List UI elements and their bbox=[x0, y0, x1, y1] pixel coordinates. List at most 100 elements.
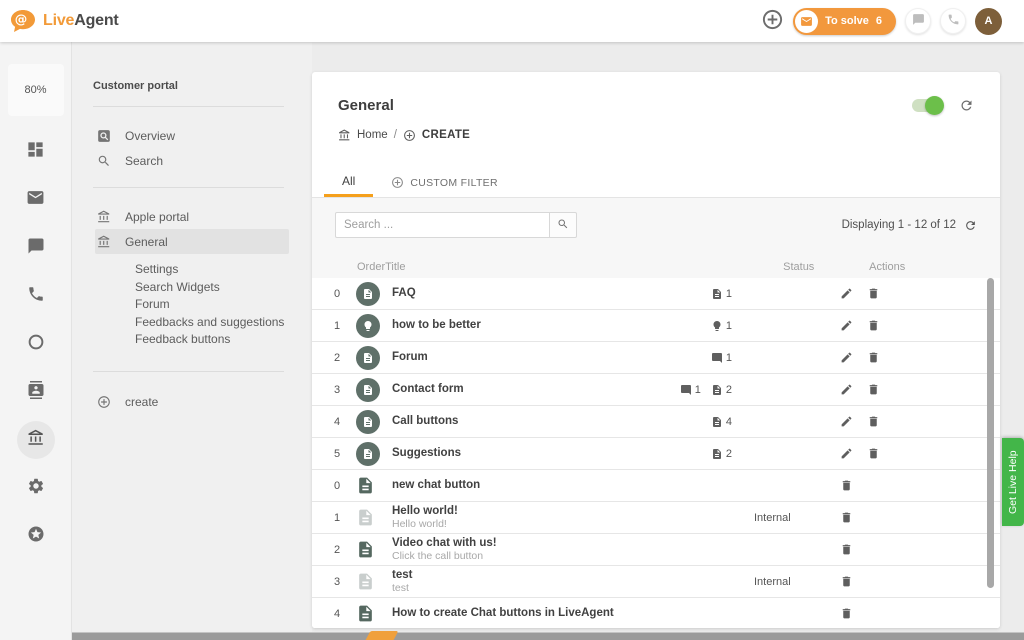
delete-button[interactable] bbox=[840, 607, 853, 620]
rail-item-calls[interactable] bbox=[17, 284, 55, 308]
rail-item-dashboard[interactable] bbox=[17, 140, 55, 164]
badge-count: 1 bbox=[726, 288, 732, 300]
edit-button[interactable] bbox=[840, 351, 853, 364]
chat-bubble-icon bbox=[912, 13, 925, 29]
row-title[interactable]: FAQ bbox=[392, 287, 647, 300]
row-order: 0 bbox=[334, 288, 356, 300]
rail-item-tickets[interactable] bbox=[17, 188, 55, 212]
row-title[interactable]: how to be better bbox=[392, 319, 647, 332]
add-new-button[interactable] bbox=[760, 9, 784, 33]
call-button[interactable] bbox=[940, 8, 966, 34]
row-title[interactable]: Contact form bbox=[392, 383, 647, 396]
table-row[interactable]: 3 test test Internal bbox=[312, 566, 1000, 598]
rail-item-starred[interactable] bbox=[17, 524, 55, 548]
sidebar-item-general[interactable]: General bbox=[95, 229, 289, 254]
to-solve-label: To solve bbox=[825, 15, 869, 27]
table-row[interactable]: 0 FAQ 1 bbox=[312, 278, 1000, 310]
search-submit-button[interactable] bbox=[550, 212, 577, 238]
plus-circle-icon bbox=[761, 8, 784, 34]
row-title[interactable]: Call buttons bbox=[392, 415, 647, 428]
chat-button[interactable] bbox=[905, 8, 931, 34]
phone-icon bbox=[947, 13, 960, 29]
table-row[interactable]: 4 How to create Chat buttons in LiveAgen… bbox=[312, 598, 1000, 628]
sidebar-item-search-widgets[interactable]: Search Widgets bbox=[72, 279, 312, 297]
badge-count: 1 bbox=[726, 320, 732, 332]
table-header-row: Order Title Status Actions bbox=[335, 256, 977, 278]
rail-item-configuration[interactable] bbox=[17, 476, 55, 500]
row-title[interactable]: Forum bbox=[392, 351, 647, 364]
row-title[interactable]: Suggestions bbox=[392, 447, 647, 460]
avatar[interactable]: A bbox=[975, 8, 1002, 35]
column-header-status: Status bbox=[761, 261, 849, 273]
delete-button[interactable] bbox=[840, 543, 853, 556]
breadcrumb-create[interactable]: CREATE bbox=[422, 129, 470, 141]
row-subtitle: Click the call button bbox=[392, 550, 647, 562]
topbar-actions: To solve 6 A bbox=[760, 8, 1002, 35]
portal-enabled-toggle[interactable] bbox=[912, 99, 942, 112]
row-title[interactable]: Hello world! bbox=[392, 505, 647, 518]
sidebar-item-feedback-buttons[interactable]: Feedback buttons bbox=[72, 331, 312, 349]
delete-button[interactable] bbox=[840, 575, 853, 588]
rail-item-social[interactable] bbox=[17, 332, 55, 356]
row-title[interactable]: How to create Chat buttons in LiveAgent bbox=[392, 607, 647, 620]
table-scrollbar[interactable] bbox=[987, 278, 994, 588]
refresh-list-button[interactable] bbox=[964, 219, 977, 232]
sidebar-item-feedbacks-and-suggestions[interactable]: Feedbacks and suggestions bbox=[72, 314, 312, 332]
row-order: 1 bbox=[334, 512, 356, 524]
table-row[interactable]: 1 how to be better 1 bbox=[312, 310, 1000, 342]
table-row[interactable]: 1 Hello world! Hello world! Internal bbox=[312, 502, 1000, 534]
breadcrumb-home[interactable]: Home bbox=[357, 129, 388, 141]
search-input[interactable] bbox=[335, 212, 550, 238]
delete-button[interactable] bbox=[867, 351, 880, 364]
table-row[interactable]: 2 Forum 1 bbox=[312, 342, 1000, 374]
utilization-badge[interactable]: 80% bbox=[8, 64, 64, 116]
delete-button[interactable] bbox=[840, 479, 853, 492]
row-title[interactable]: new chat button bbox=[392, 479, 647, 492]
to-solve-button[interactable]: To solve 6 bbox=[793, 8, 896, 35]
table-row[interactable]: 5 Suggestions 2 bbox=[312, 438, 1000, 470]
table-row[interactable]: 3 Contact form 1 2 bbox=[312, 374, 1000, 406]
delete-button[interactable] bbox=[867, 383, 880, 396]
delete-button[interactable] bbox=[867, 415, 880, 428]
get-live-help-button[interactable]: Get Live Help bbox=[1002, 438, 1024, 526]
tab-custom-filter[interactable]: CUSTOM FILTER bbox=[373, 168, 516, 197]
rail-item-chats[interactable] bbox=[17, 236, 55, 260]
row-order: 3 bbox=[334, 576, 356, 588]
edit-button[interactable] bbox=[840, 319, 853, 332]
row-order: 5 bbox=[334, 448, 356, 460]
sidebar-item-settings[interactable]: Settings bbox=[72, 261, 312, 279]
table-row[interactable]: 4 Call buttons 4 bbox=[312, 406, 1000, 438]
edit-button[interactable] bbox=[840, 383, 853, 396]
rail-item-customer-portal[interactable] bbox=[17, 421, 55, 459]
sidebar-title: Customer portal bbox=[93, 80, 312, 92]
rail-item-customers[interactable] bbox=[17, 380, 55, 404]
brand-logo[interactable]: @ LiveAgent bbox=[10, 9, 119, 33]
search-icon bbox=[557, 218, 569, 233]
refresh-button[interactable] bbox=[959, 98, 974, 113]
customer-portal-sidebar: Customer portal Overview Search Apple po… bbox=[72, 42, 312, 640]
delete-button[interactable] bbox=[867, 287, 880, 300]
article-draft-icon bbox=[356, 507, 375, 528]
tab-all[interactable]: All bbox=[324, 168, 373, 197]
delete-button[interactable] bbox=[867, 447, 880, 460]
row-order: 1 bbox=[334, 320, 356, 332]
category-article-icon bbox=[356, 346, 380, 370]
edit-button[interactable] bbox=[840, 415, 853, 428]
brand-live: Live bbox=[43, 12, 74, 29]
table-row[interactable]: 2 Video chat with us! Click the call but… bbox=[312, 534, 1000, 566]
icon-rail: 80% bbox=[0, 42, 72, 640]
edit-button[interactable] bbox=[840, 447, 853, 460]
row-title[interactable]: Video chat with us! bbox=[392, 537, 647, 550]
sidebar-item-overview[interactable]: Overview bbox=[72, 123, 312, 148]
sidebar-item-forum[interactable]: Forum bbox=[72, 296, 312, 314]
row-status: Internal bbox=[732, 512, 820, 524]
table-row[interactable]: 0 new chat button bbox=[312, 470, 1000, 502]
delete-button[interactable] bbox=[867, 319, 880, 332]
edit-button[interactable] bbox=[840, 287, 853, 300]
sidebar-item-search[interactable]: Search bbox=[72, 148, 312, 173]
row-title[interactable]: test bbox=[392, 569, 647, 582]
svg-text:@: @ bbox=[15, 12, 28, 27]
sidebar-item-create[interactable]: create bbox=[72, 390, 312, 415]
delete-button[interactable] bbox=[840, 511, 853, 524]
sidebar-item-apple-portal[interactable]: Apple portal bbox=[72, 204, 312, 229]
